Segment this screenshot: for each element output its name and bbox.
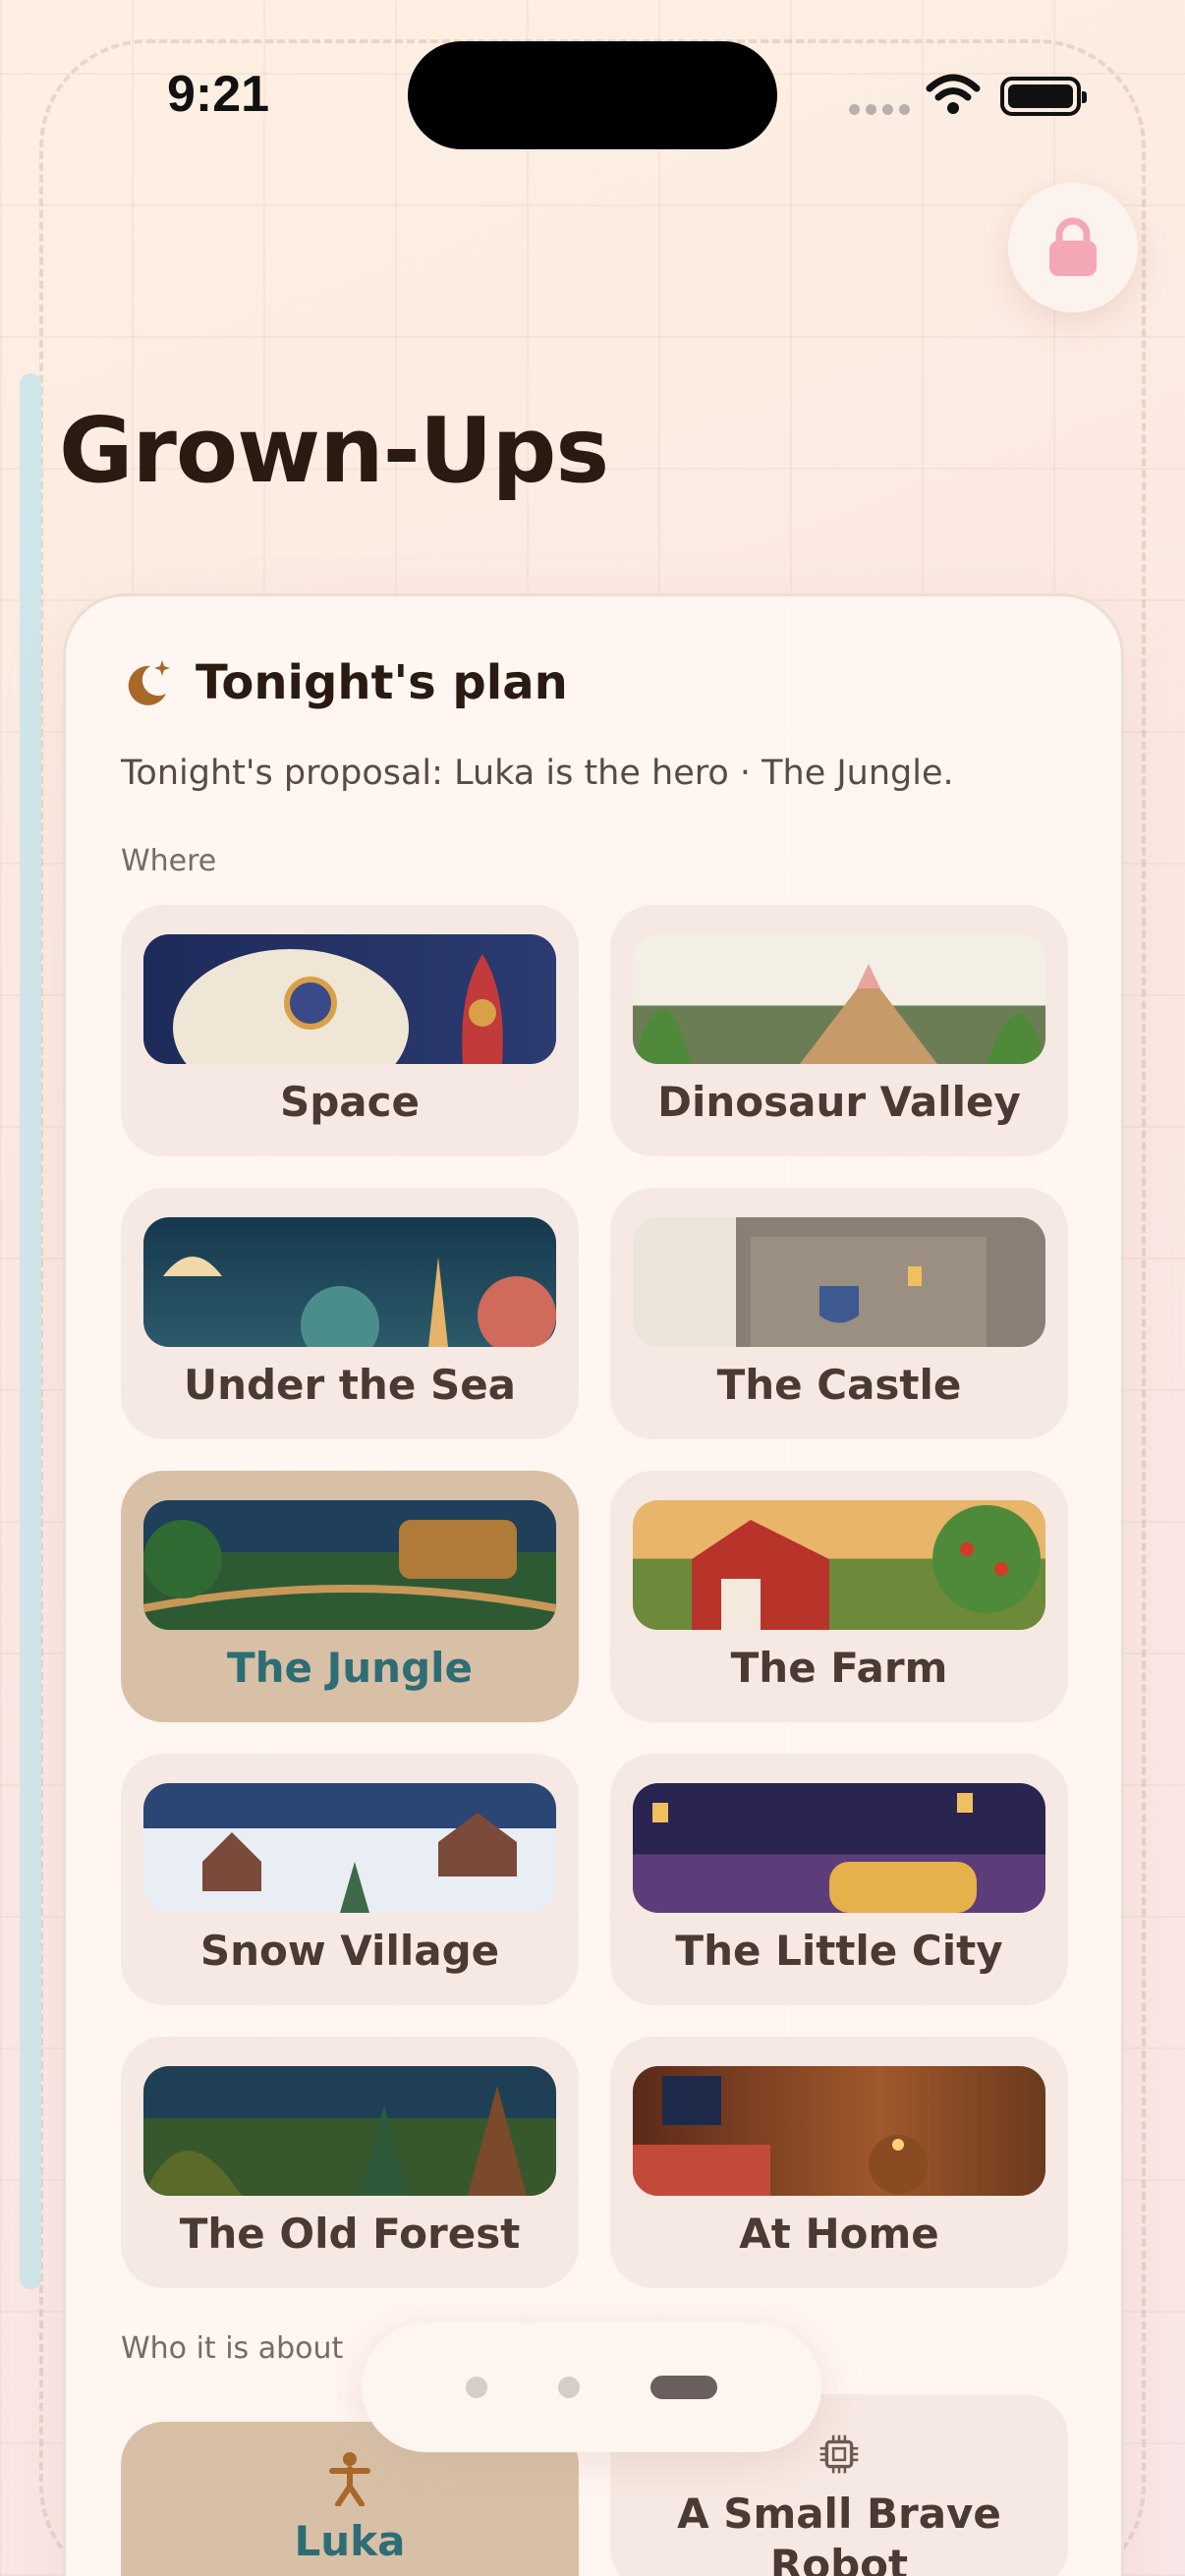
space-thumbnail <box>143 934 556 1064</box>
place-label: The Little City <box>675 1927 1003 1975</box>
lock-icon <box>1049 217 1097 276</box>
plan-proposal: Tonight's proposal: Luka is the hero · T… <box>121 754 954 793</box>
place-label: Space <box>279 1078 421 1126</box>
place-label: The Castle <box>716 1361 962 1409</box>
place-label: The Jungle <box>226 1644 474 1692</box>
where-label: Where <box>121 844 217 878</box>
plan-header: Tonight's plan <box>121 655 568 710</box>
dynamic-island <box>408 41 777 149</box>
place-tile-the-castle[interactable]: The Castle <box>610 1188 1068 1439</box>
under-the-sea-thumbnail <box>143 1217 556 1347</box>
status-time: 9:21 <box>167 66 270 123</box>
place-label: At Home <box>739 2210 939 2258</box>
place-tile-the-farm[interactable]: The Farm <box>610 1471 1068 1722</box>
place-tile-space[interactable]: Space <box>121 905 579 1156</box>
place-tile-at-home[interactable]: At Home <box>610 2037 1068 2288</box>
place-tile-the-jungle[interactable]: The Jungle <box>121 1471 579 1722</box>
place-tile-under-the-sea[interactable]: Under the Sea <box>121 1188 579 1439</box>
page-dot[interactable] <box>558 2377 580 2398</box>
place-tile-the-little-city[interactable]: The Little City <box>610 1754 1068 2005</box>
place-label: Under the Sea <box>183 1361 517 1409</box>
cellular-signal-icon <box>849 104 910 115</box>
place-label: The Farm <box>730 1644 948 1692</box>
who-label: Who it is about <box>121 2331 344 2366</box>
page-dot-active[interactable] <box>650 2376 717 2399</box>
page-indicator[interactable] <box>362 2323 821 2452</box>
side-accent-bar <box>20 373 41 2289</box>
page-title: Grown-Ups <box>59 398 609 503</box>
place-tile-dinosaur-valley[interactable]: Dinosaur Valley <box>610 905 1068 1156</box>
wifi-icon <box>926 74 981 114</box>
place-label: The Old Forest <box>179 2210 521 2258</box>
tonights-plan-card: Tonight's plan Tonight's proposal: Luka … <box>63 593 1124 2576</box>
place-label: Snow Village <box>199 1927 500 1975</box>
place-tile-the-old-forest[interactable]: The Old Forest <box>121 2037 579 2288</box>
lock-button[interactable] <box>1008 183 1138 312</box>
at-home-thumbnail <box>633 2066 1045 2196</box>
the-farm-thumbnail <box>633 1500 1045 1630</box>
page-dot[interactable] <box>466 2377 487 2398</box>
chip-icon <box>819 2435 859 2474</box>
the-jungle-thumbnail <box>143 1500 556 1630</box>
the-little-city-thumbnail <box>633 1783 1045 1913</box>
dinosaur-valley-thumbnail <box>633 934 1045 1064</box>
the-castle-thumbnail <box>633 1217 1045 1347</box>
the-old-forest-thumbnail <box>143 2066 556 2196</box>
hero-label: Luka <box>294 2517 406 2565</box>
place-tile-snow-village[interactable]: Snow Village <box>121 1754 579 2005</box>
child-figure-icon <box>329 2452 370 2506</box>
moon-sparkle-icon <box>128 660 170 705</box>
snow-village-thumbnail <box>143 1783 556 1913</box>
hero-label: A Small Brave Robot <box>677 2490 1001 2576</box>
place-label: Dinosaur Valley <box>657 1078 1021 1126</box>
plan-title: Tonight's plan <box>196 655 568 710</box>
battery-icon <box>1000 77 1087 116</box>
